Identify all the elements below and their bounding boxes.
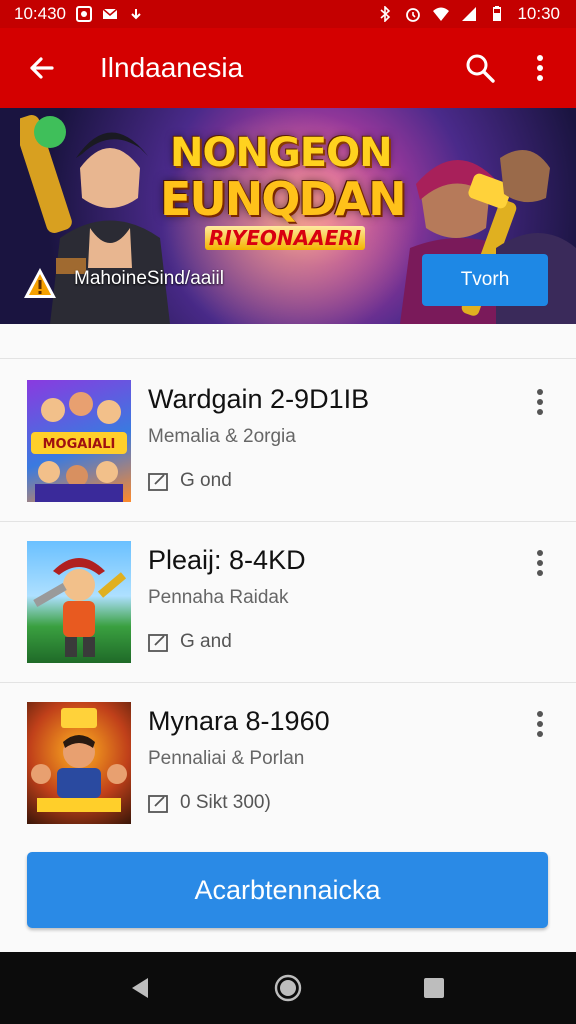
battery-icon	[493, 6, 502, 21]
status-time-left: 10:430	[14, 4, 66, 23]
game-art-image	[33, 558, 127, 657]
edit-box-icon	[148, 795, 168, 813]
game-title: Mynara 8-1960	[148, 706, 330, 736]
more-vert-icon[interactable]	[528, 549, 552, 577]
status-bar: 10:430 10:30	[0, 0, 576, 28]
game-meta: 0 Sikt 300)	[148, 792, 271, 814]
list-item[interactable]: Pleaij: 8-4KD Pennaha Raidak G and	[0, 541, 576, 701]
svg-text:MOGAIALI: MOGAIALI	[43, 437, 116, 452]
wifi-icon	[433, 7, 450, 21]
game-thumbnail	[27, 541, 131, 663]
game-publisher: Memalia & 2orgia	[148, 426, 296, 447]
list-item[interactable]: MOGAIALI Wardgain 2-9D1IB Memalia & 2org…	[0, 380, 576, 540]
status-time-right: 10:30	[517, 4, 560, 23]
primary-action-button[interactable]: Acarbtennaicka	[27, 852, 548, 928]
game-meta: G ond	[148, 470, 232, 492]
bluetooth-icon	[380, 6, 391, 22]
list-item[interactable]: Mynara 8-1960 Pennaliai & Porlan 0 Sikt …	[0, 702, 576, 862]
gallery-icon	[76, 6, 92, 22]
edit-box-icon	[148, 473, 168, 491]
app-bar: Ilndaanesia	[0, 28, 576, 108]
game-art-image	[31, 708, 127, 812]
featured-banner[interactable]: NONGEON EUNQDAN RIYEONAAERI MahoineSind/…	[0, 108, 576, 324]
alarm-icon	[406, 8, 421, 22]
game-meta-text: G and	[180, 631, 232, 652]
game-thumbnail	[27, 702, 131, 824]
system-nav-bar	[0, 952, 576, 1024]
game-publisher: Pennaha Raidak	[148, 587, 289, 608]
banner-title-line2: EUNQDAN	[160, 172, 407, 226]
game-meta-text: 0 Sikt 300)	[180, 792, 271, 813]
mail-icon	[102, 8, 118, 19]
banner-action-button[interactable]: Tvorh	[422, 254, 548, 306]
more-vert-icon[interactable]	[528, 388, 552, 416]
game-title: Pleaij: 8-4KD	[148, 545, 306, 575]
edit-box-icon	[148, 634, 168, 652]
nav-back-icon[interactable]	[124, 972, 156, 1004]
game-thumbnail: MOGAIALI	[27, 380, 131, 502]
game-publisher: Pennaliai & Porlan	[148, 748, 305, 769]
more-vert-icon[interactable]	[528, 710, 552, 738]
page-title: Ilndaanesia	[100, 52, 244, 83]
download-icon	[131, 9, 141, 20]
more-vert-icon[interactable]	[526, 50, 554, 86]
list-divider	[0, 682, 576, 683]
banner-title-line1: NONGEON	[170, 130, 393, 176]
list-divider	[0, 521, 576, 522]
nav-recents-icon[interactable]	[418, 972, 450, 1004]
game-meta: G and	[148, 631, 232, 653]
warning-icon	[24, 268, 56, 298]
signal-icon	[462, 7, 477, 21]
arrow-back-icon[interactable]	[24, 50, 60, 86]
section-divider	[0, 358, 576, 359]
nav-home-icon[interactable]	[272, 972, 304, 1004]
game-title: Wardgain 2-9D1IB	[148, 384, 370, 414]
banner-tagline: RIYEONAAERI	[205, 226, 365, 250]
banner-subtitle: MahoineSind/aaiil	[74, 268, 224, 289]
game-art-image: MOGAIALI	[31, 392, 127, 502]
game-meta-text: G ond	[180, 470, 232, 491]
search-icon[interactable]	[462, 50, 498, 86]
